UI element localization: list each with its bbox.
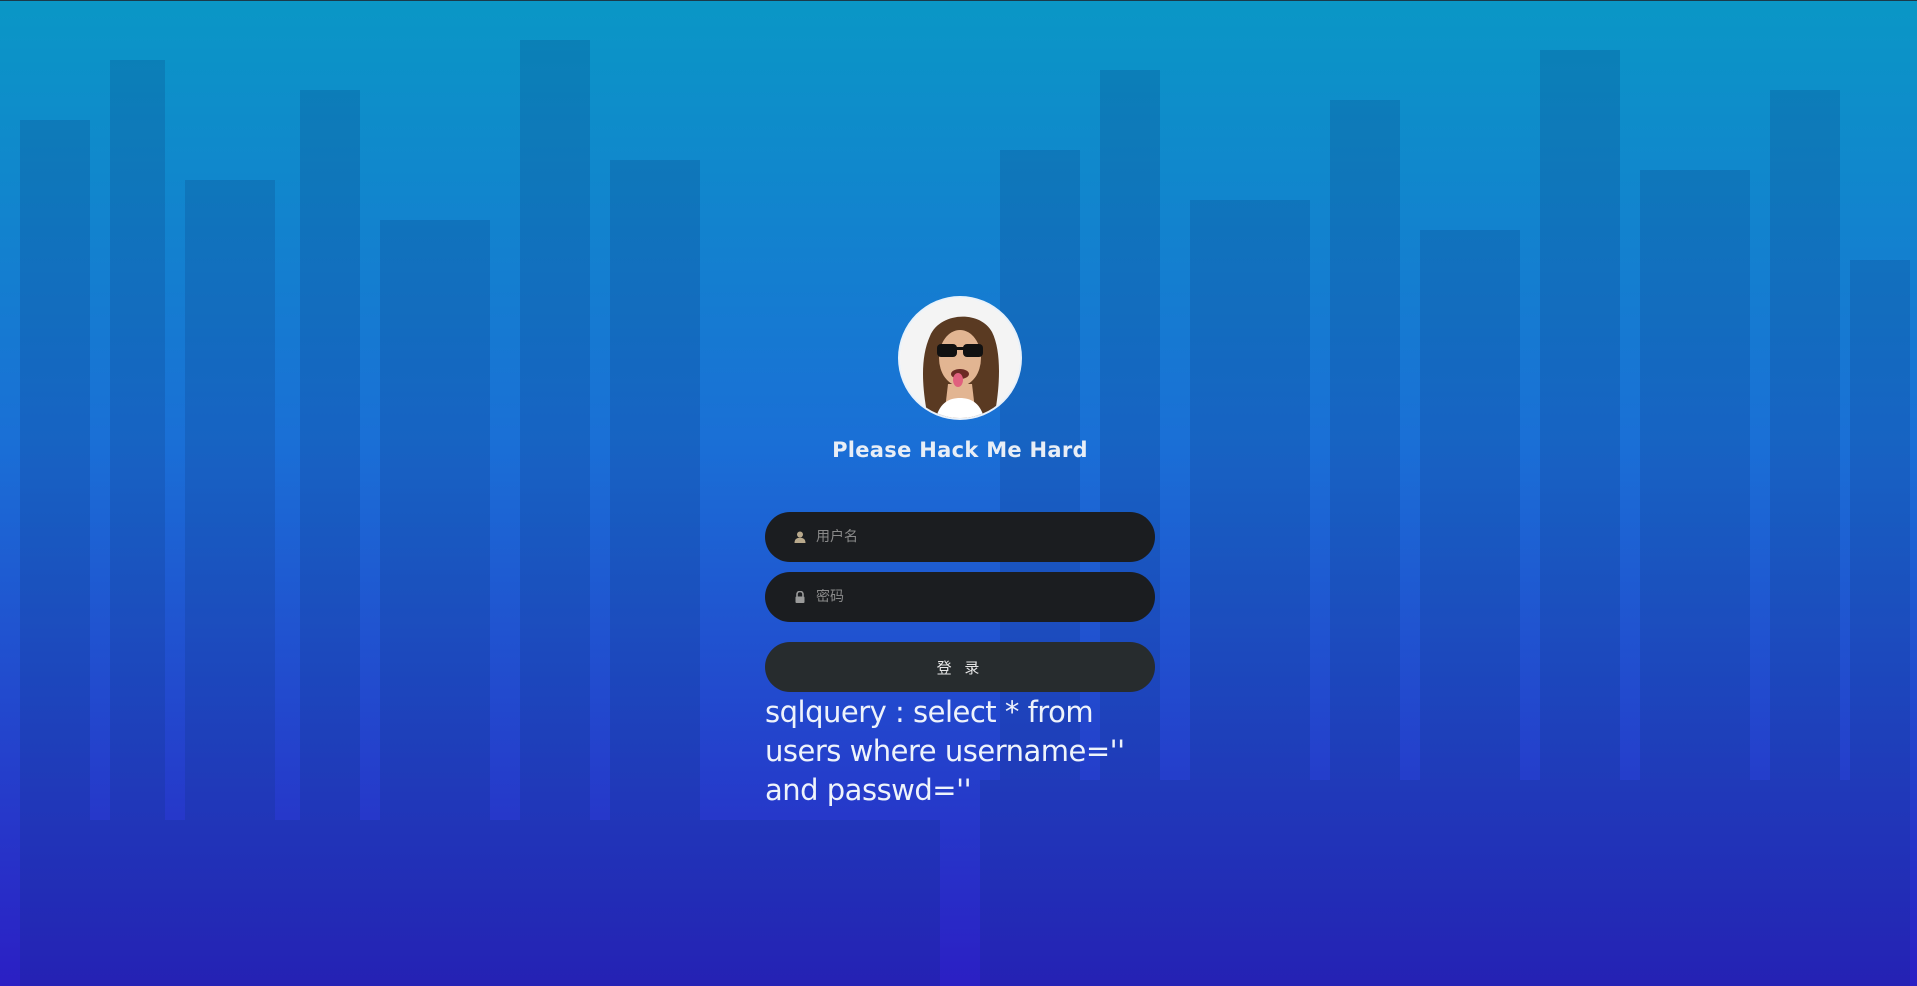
username-field[interactable] — [765, 512, 1155, 562]
avatar — [900, 298, 1020, 418]
login-page: Please Hack Me Hard 登 录 sqlquery : selec… — [0, 0, 1917, 986]
lock-icon — [795, 591, 805, 603]
login-button[interactable]: 登 录 — [765, 642, 1155, 692]
city-background-image — [20, 40, 1910, 986]
username-input[interactable] — [816, 529, 1136, 545]
user-icon — [794, 531, 806, 543]
page-title: Please Hack Me Hard — [832, 438, 1088, 462]
password-field[interactable] — [765, 572, 1155, 622]
password-input[interactable] — [816, 589, 1136, 605]
avatar-face-sunglasses-icon — [900, 298, 1020, 418]
sql-query-text: sqlquery : select * from users where use… — [765, 695, 1125, 807]
